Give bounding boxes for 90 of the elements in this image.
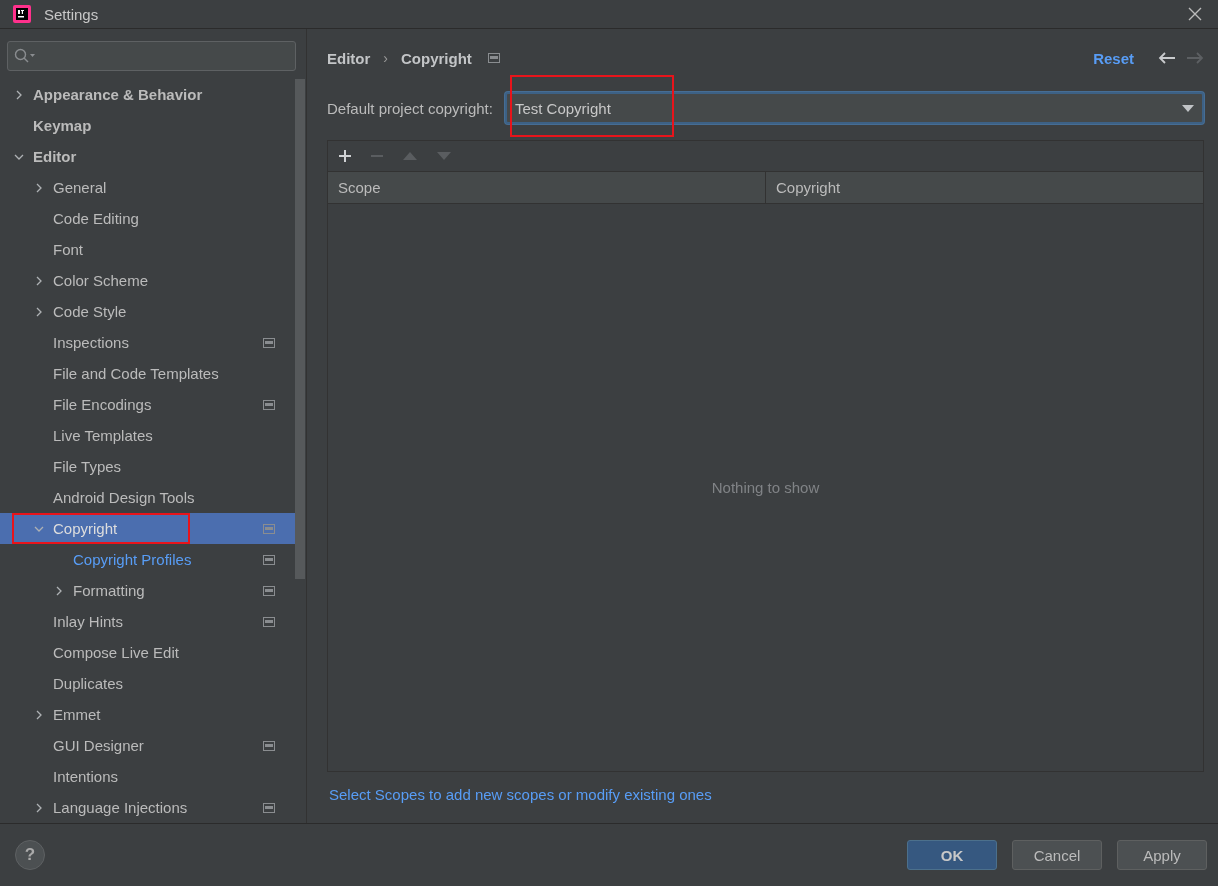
dropdown-caret-icon — [1182, 104, 1194, 112]
tree-item-label: Formatting — [73, 582, 145, 599]
window-title: Settings — [44, 5, 99, 23]
tree-item[interactable]: Compose Live Edit — [0, 637, 295, 668]
tree-item[interactable]: File and Code Templates — [0, 358, 295, 389]
breadcrumb-item: Editor — [327, 49, 371, 67]
tree-item[interactable]: Code Editing — [0, 203, 295, 234]
tree-item[interactable]: Duplicates — [0, 668, 295, 699]
breadcrumb-separator: › — [383, 50, 388, 66]
move-down-icon[interactable] — [437, 152, 451, 160]
tree-item[interactable]: Code Style — [0, 296, 295, 327]
tree-item-label: Copyright — [53, 520, 118, 537]
tree-item[interactable]: GUI Designer — [0, 730, 295, 761]
tree-item[interactable]: Keymap — [0, 110, 295, 141]
tree-item-label: Color Scheme — [53, 272, 149, 289]
tree-item[interactable]: File Types — [0, 451, 295, 482]
project-scope-icon — [487, 53, 500, 63]
search-icon — [14, 48, 36, 64]
project-scope-icon — [263, 585, 275, 596]
tree-item[interactable]: Intentions — [0, 761, 295, 792]
tree-item-label: File and Code Templates — [53, 365, 219, 382]
column-header[interactable]: Copyright — [765, 172, 1203, 203]
project-scope-icon — [263, 337, 275, 348]
project-scope-icon — [263, 740, 275, 751]
tree-item-label: Intentions — [53, 768, 119, 785]
add-icon[interactable] — [339, 150, 351, 162]
tree-item-label: File Types — [53, 458, 122, 475]
field-label: Default project copyright: — [327, 99, 493, 117]
project-scope-icon — [263, 523, 275, 534]
chevron-icon — [34, 275, 44, 286]
tree-item[interactable]: Color Scheme — [0, 265, 295, 296]
tree-item[interactable]: Font — [0, 234, 295, 265]
tree-item-label: Duplicates — [53, 675, 124, 692]
help-button[interactable]: ? — [15, 840, 45, 870]
search-field[interactable] — [7, 41, 296, 71]
tree-item[interactable]: Android Design Tools — [0, 482, 295, 513]
tree-item-label: Code Editing — [53, 210, 139, 227]
tree-item-label: General — [53, 179, 107, 196]
tree-item-label: Copyright Profiles — [73, 551, 192, 568]
tree-item-label: Keymap — [33, 117, 92, 134]
tree-item-label: Editor — [33, 148, 77, 165]
chevron-icon — [34, 709, 44, 720]
tree-item-label: Emmet — [53, 706, 101, 723]
tree-item-label: Appearance & Behavior — [33, 86, 203, 103]
chevron-icon — [34, 182, 44, 193]
dialog-button[interactable]: OK — [907, 840, 997, 870]
scopes-link[interactable]: Select Scopes to add new scopes or modify existing ones — [329, 786, 712, 803]
dialog-button[interactable]: Cancel — [1012, 840, 1102, 870]
tree-item-label: Live Templates — [53, 427, 153, 444]
tree-item-label: Inlay Hints — [53, 613, 124, 630]
app-logo-icon — [12, 4, 32, 24]
tree-item[interactable]: Editor — [0, 141, 295, 172]
column-header[interactable]: Scope — [328, 172, 765, 203]
close-icon[interactable] — [1188, 7, 1202, 21]
tree-item-label: Inspections — [53, 334, 129, 351]
tree-item[interactable]: Inspections — [0, 327, 295, 358]
chevron-icon — [14, 89, 24, 100]
reset-link[interactable]: Reset — [1093, 49, 1134, 67]
tree-item[interactable]: Inlay Hints — [0, 606, 295, 637]
tree-item[interactable]: Live Templates — [0, 420, 295, 451]
tree-item-label: File Encodings — [53, 396, 152, 413]
project-scope-icon — [263, 616, 275, 627]
chevron-icon — [34, 306, 44, 317]
tree-item[interactable]: Copyright — [0, 513, 295, 544]
dialog-button[interactable]: Apply — [1117, 840, 1207, 870]
move-up-icon[interactable] — [403, 152, 417, 160]
tree-item[interactable]: Language Injections — [0, 792, 295, 823]
tree-item-label: Compose Live Edit — [53, 644, 179, 661]
breadcrumb-item: Copyright — [401, 49, 472, 67]
tree-item-label: Code Style — [53, 303, 127, 320]
forward-arrow-icon[interactable] — [1186, 51, 1204, 65]
tree-item[interactable]: Appearance & Behavior — [0, 79, 295, 110]
tree-item-label: Language Injections — [53, 799, 188, 816]
copyright-dropdown[interactable]: Test Copyright — [504, 92, 1204, 124]
project-scope-icon — [263, 554, 275, 565]
tree-item[interactable]: Copyright Profiles — [0, 544, 295, 575]
project-scope-icon — [263, 399, 275, 410]
tree-item[interactable]: File Encodings — [0, 389, 295, 420]
back-arrow-icon[interactable] — [1158, 51, 1176, 65]
tree-item-label: Android Design Tools — [53, 489, 195, 506]
project-scope-icon — [263, 802, 275, 813]
scrollbar-thumb[interactable] — [295, 79, 305, 579]
empty-message: Nothing to show — [711, 479, 820, 496]
tree-item-label: Font — [53, 241, 83, 258]
chevron-icon — [54, 585, 64, 596]
tree-item-label: GUI Designer — [53, 737, 144, 754]
tree-item[interactable]: Formatting — [0, 575, 295, 606]
tree-item[interactable]: General — [0, 172, 295, 203]
chevron-icon — [34, 802, 44, 813]
tree-item[interactable]: Emmet — [0, 699, 295, 730]
